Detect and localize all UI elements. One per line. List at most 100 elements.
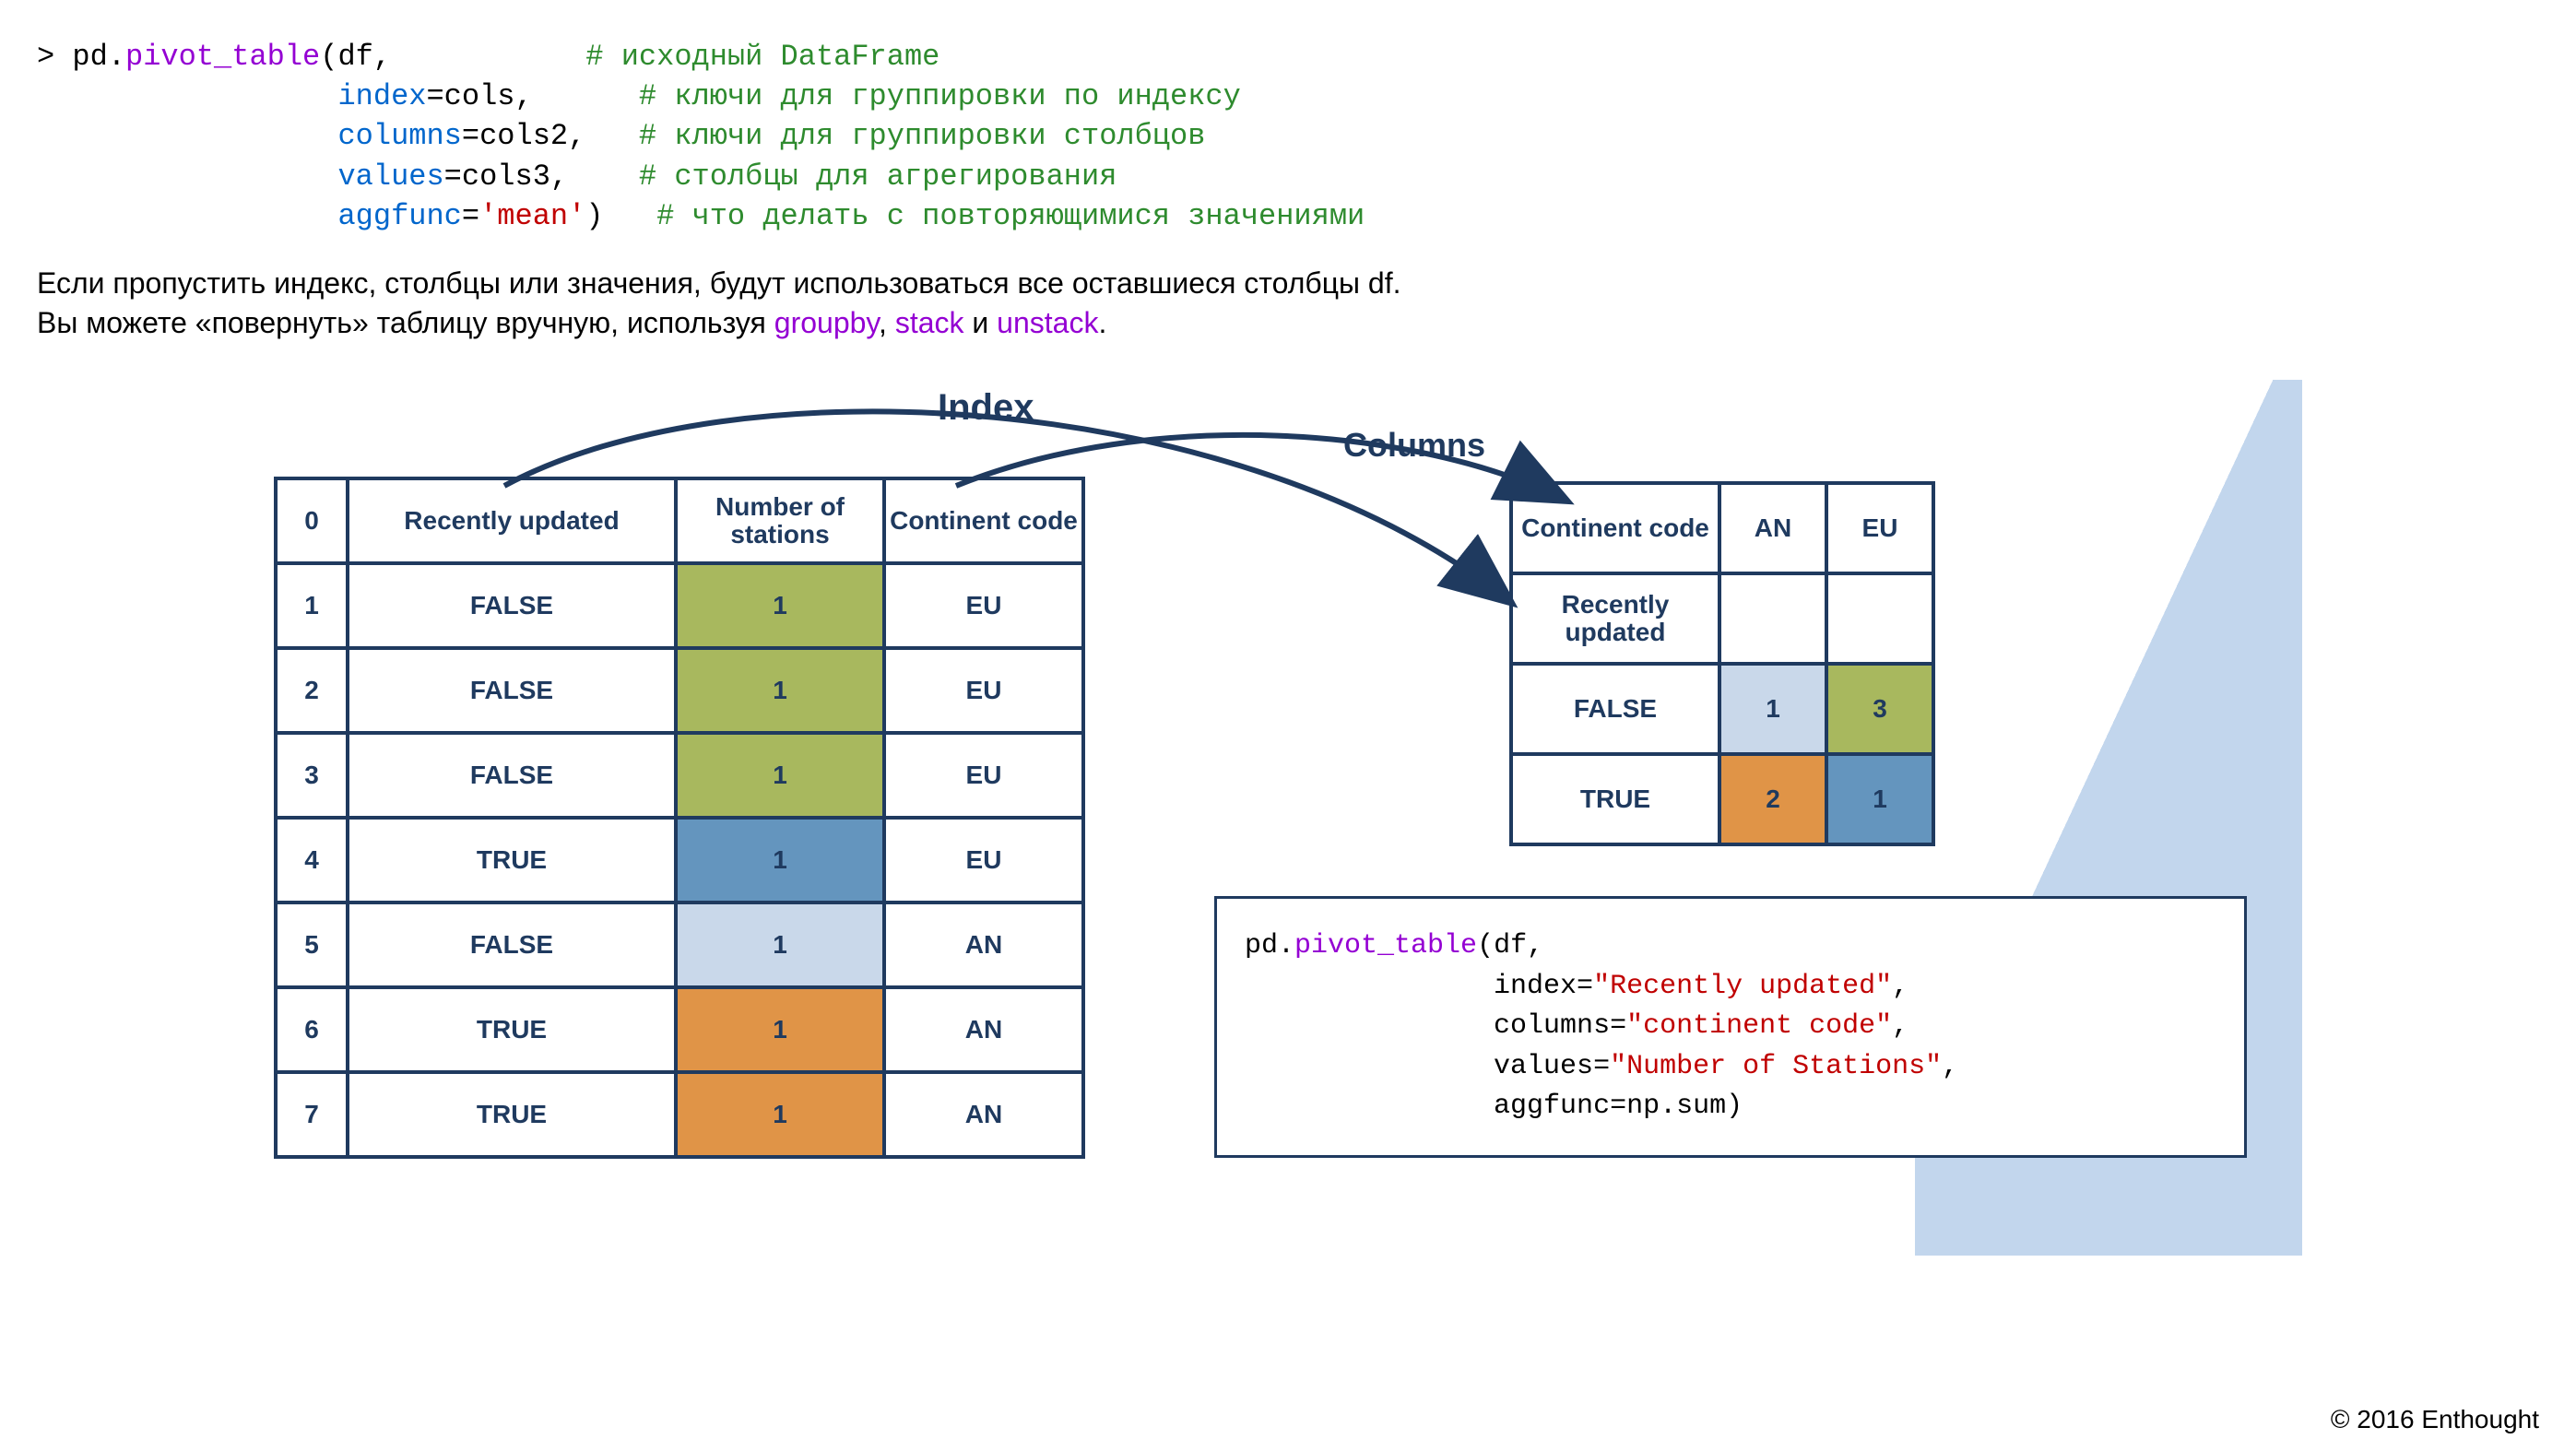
result-row-header-label: Recently updated [1511,573,1719,664]
eq-aggfunc: = [462,199,479,233]
cell-ns: 1 [676,987,884,1072]
module-name: pd. [72,40,125,74]
cb-indent [1245,1091,1494,1122]
cb-l2b: "Recently updated" [1593,971,1892,1002]
table-row: 1 FALSE 1 EU [276,563,1083,648]
row-index: 2 [276,648,348,733]
cell-cc: AN [884,1072,1083,1157]
result-row-label: TRUE [1511,754,1719,844]
kw-index: index [337,79,426,113]
row-index: 1 [276,563,348,648]
row-index: 5 [276,902,348,987]
table-header-row: 0 Recently updated Number of stations Co… [276,478,1083,563]
cb-l4c: , [1942,1051,1958,1082]
header-num-stations: Number of stations [676,478,884,563]
cell-ns: 1 [676,818,884,902]
result-blank [1826,573,1933,664]
result-row: TRUE 2 1 [1511,754,1933,844]
cell-ns: 1 [676,733,884,818]
result-row-label: FALSE [1511,664,1719,754]
sep-2: и [964,306,998,339]
cb-indent [1245,971,1494,1002]
cell-ns: 1 [676,563,884,648]
function-name: pivot_table [125,40,320,74]
paren-open: (df, [320,40,391,74]
prompt-sign: > [37,40,72,74]
cb-l2a: index= [1494,971,1593,1002]
comment-3: # ключи для группировки столбцов [639,119,1206,153]
cell-ns: 1 [676,1072,884,1157]
cell-cc: EU [884,648,1083,733]
header-continent-code: Continent code [884,478,1083,563]
comment-5: # что делать с повторяющимися значениями [656,199,1365,233]
para-line-2a: Вы можете «повернуть» таблицу вручную, и… [37,306,774,339]
eq-columns: =cols2, [462,119,585,153]
table-row: 3 FALSE 1 EU [276,733,1083,818]
cell-ru: FALSE [348,648,676,733]
cell-ns: 1 [676,648,884,733]
paren-close: ) [585,199,603,233]
cell-ru: FALSE [348,902,676,987]
kw-columns: columns [337,119,461,153]
header-zero: 0 [276,478,348,563]
diagram: Index Columns 0 Recently updated Number … [274,380,2302,1256]
cb-indent [1245,1010,1494,1042]
cell-cc: EU [884,563,1083,648]
header-recently-updated: Recently updated [348,478,676,563]
para-line-1: Если пропустить индекс, столбцы или знач… [37,264,2539,303]
eq-index: =cols, [426,79,532,113]
sep-1: , [879,306,895,339]
row-index: 3 [276,733,348,818]
result-cell-an: 2 [1719,754,1826,844]
table-row: 5 FALSE 1 AN [276,902,1083,987]
table-row: 6 TRUE 1 AN [276,987,1083,1072]
dot: . [1098,306,1106,339]
cb-l2c: , [1892,971,1908,1002]
cell-cc: AN [884,902,1083,987]
code-signature: > pd.pivot_table(df, # исходный DataFram… [37,37,2539,236]
link-unstack: unstack [997,306,1098,339]
cb-l3c: , [1892,1010,1908,1042]
link-stack: stack [895,306,964,339]
comment-1: # исходный DataFrame [585,40,939,74]
indent [37,119,337,153]
result-blank [1719,573,1826,664]
result-col-eu: EU [1826,483,1933,573]
row-index: 4 [276,818,348,902]
table-row: 7 TRUE 1 AN [276,1072,1083,1157]
cell-cc: AN [884,987,1083,1072]
eq-values: =cols3, [444,159,568,194]
row-index: 6 [276,987,348,1072]
cb-l3b: "continent code" [1626,1010,1892,1042]
cell-ru: FALSE [348,563,676,648]
label-columns: Columns [1343,426,1485,465]
code-example-box: pd.pivot_table(df, index="Recently updat… [1214,896,2247,1158]
cell-cc: EU [884,818,1083,902]
cb-func: pivot_table [1294,930,1477,961]
cell-ru: TRUE [348,1072,676,1157]
cell-ns: 1 [676,902,884,987]
result-cell-an: 1 [1719,664,1826,754]
cb-prefix: pd. [1245,930,1294,961]
comment-2: # ключи для группировки по индексу [639,79,1241,113]
result-table: Continent code AN EU Recently updated FA… [1509,481,1935,846]
indent [37,199,337,233]
source-table: 0 Recently updated Number of stations Co… [274,477,1085,1159]
indent [37,79,337,113]
str-mean: 'mean' [479,199,585,233]
cb-l3a: columns= [1494,1010,1626,1042]
cb-l4b: "Number of Stations" [1610,1051,1942,1082]
row-index: 7 [276,1072,348,1157]
result-cell-eu: 1 [1826,754,1933,844]
cb-open: (df, [1477,930,1543,961]
table-row: 2 FALSE 1 EU [276,648,1083,733]
cell-ru: TRUE [348,987,676,1072]
cell-ru: TRUE [348,818,676,902]
cell-ru: FALSE [348,733,676,818]
result-header-row-2: Recently updated [1511,573,1933,664]
result-cell-eu: 3 [1826,664,1933,754]
result-top-left: Continent code [1511,483,1719,573]
result-header-row-1: Continent code AN EU [1511,483,1933,573]
link-groupby: groupby [774,306,879,339]
description-paragraph: Если пропустить индекс, столбцы или знач… [37,264,2539,343]
